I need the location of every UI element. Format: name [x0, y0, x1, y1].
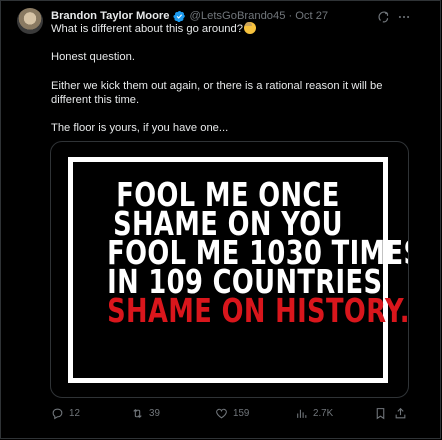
tweet-text: Honest question. [51, 51, 135, 63]
thinking-face-emoji [243, 22, 256, 34]
author-handle[interactable]: @LetsGoBrando45 [190, 10, 286, 22]
views-count: 2.7K [313, 408, 334, 419]
timestamp[interactable]: Oct 27 [295, 10, 328, 22]
meme-image[interactable]: FOOL ME ONCE SHAME ON YOU FOOL ME 1030 T… [68, 157, 409, 383]
tweet-media[interactable]: FOOL ME ONCE SHAME ON YOU FOOL ME 1030 T… [50, 141, 409, 398]
meme-line-5: SHAME ON HISTORY. [107, 291, 409, 330]
like-button[interactable]: 159 [215, 407, 249, 420]
repost-count: 39 [149, 408, 160, 419]
tweet-text: Either we kick them out again, or there … [51, 80, 383, 92]
grok-icon[interactable] [377, 10, 391, 24]
verified-badge-icon [172, 10, 185, 22]
share-button[interactable] [394, 407, 412, 420]
views-icon [297, 409, 307, 418]
repost-icon [133, 408, 142, 419]
author-name[interactable]: Brandon Taylor Moore [51, 10, 170, 22]
more-icon[interactable] [397, 10, 411, 24]
tweet-text: What is different about this go around? [51, 23, 243, 35]
tweet-text: The floor is yours, if you have one... [51, 122, 229, 134]
reply-button[interactable]: 12 [51, 407, 80, 420]
bookmark-icon [376, 408, 385, 420]
bookmark-button[interactable] [374, 407, 392, 420]
like-count: 159 [233, 408, 250, 419]
tweet-text: different this time. [51, 94, 140, 106]
like-icon [216, 408, 227, 419]
separator-dot: · [288, 10, 293, 22]
reply-count: 12 [69, 408, 80, 419]
repost-button[interactable]: 39 [131, 407, 160, 420]
views-button[interactable]: 2.7K [295, 407, 333, 420]
avatar[interactable] [17, 8, 43, 34]
share-icon [395, 407, 406, 419]
reply-icon [52, 408, 63, 420]
meme-text: FOOL ME ONCE SHAME ON YOU FOOL ME 1030 T… [107, 178, 409, 330]
action-bar: 12 39 159 2.7K [51, 407, 411, 423]
tweet-text-line-1: What is different about this go around? [51, 22, 256, 36]
